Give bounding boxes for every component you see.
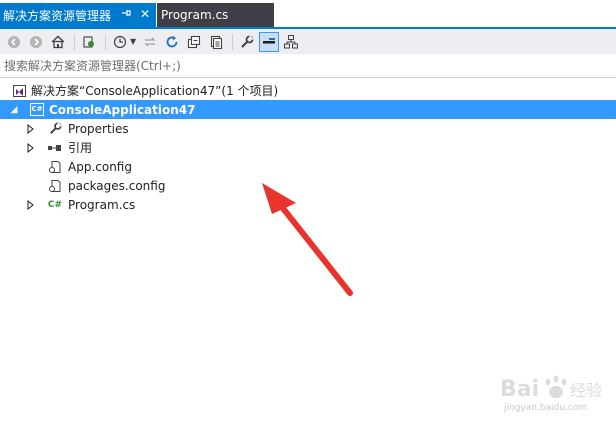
solution-icon (12, 83, 28, 99)
solution-label: 解决方案“ConsoleApplication47”(1 个项目) (31, 84, 279, 98)
tree-item-label: Properties (68, 121, 129, 136)
properties-icon[interactable] (237, 32, 257, 52)
home-icon[interactable] (48, 32, 68, 52)
tree-node-solution[interactable]: 解决方案“ConsoleApplication47”(1 个项目) (0, 81, 616, 100)
config-file-icon (47, 159, 63, 175)
collapse-all-icon[interactable] (184, 32, 204, 52)
project-label: ConsoleApplication47 (49, 102, 196, 117)
tree-item-label: Program.cs (68, 197, 136, 212)
tree-node-properties[interactable]: Properties (0, 119, 616, 138)
csharp-project-icon-text: C# (30, 103, 44, 116)
tree-item-label: App.config (68, 159, 132, 174)
solution-explorer-toolbar: ▼ (0, 29, 616, 54)
collapse-icon[interactable]: ◢ (8, 104, 20, 116)
close-icon[interactable]: ✕ (138, 7, 152, 21)
tree-node-program-cs[interactable]: C# Program.cs (0, 195, 616, 214)
forward-icon[interactable] (26, 32, 46, 52)
chevron-down-icon[interactable]: ▼ (130, 37, 136, 46)
references-icon (47, 140, 63, 156)
refresh-icon[interactable] (162, 32, 182, 52)
svg-text:Bai: Bai (500, 377, 539, 402)
search-input[interactable] (4, 58, 584, 73)
tab-solution-explorer-label: 解决方案资源管理器 (3, 8, 112, 23)
document-tab-strip: 解决方案资源管理器 ✕ Program.cs (0, 0, 616, 29)
tree-node-project[interactable]: ◢ C# ConsoleApplication47 (0, 100, 616, 119)
tree-item-label: 引用 (68, 141, 93, 155)
csharp-file-icon: C# (47, 199, 63, 210)
preview-selected-items-icon[interactable] (259, 31, 280, 52)
tab-program-cs-label: Program.cs (161, 8, 229, 22)
tree-node-references[interactable]: 引用 (0, 138, 616, 157)
solution-explorer-search[interactable] (0, 54, 616, 78)
tab-solution-explorer[interactable]: 解决方案资源管理器 ✕ (0, 3, 156, 27)
config-file-icon (47, 178, 63, 194)
expand-icon[interactable] (25, 123, 37, 135)
baidu-watermark-logo: Bai 经验 (498, 368, 610, 424)
back-icon[interactable] (4, 32, 24, 52)
tree-node-app-config[interactable]: App.config (0, 157, 616, 176)
toolbar-separator (105, 33, 106, 50)
svg-text:经验: 经验 (570, 381, 602, 400)
toolbar-separator (232, 33, 234, 50)
wrench-icon (47, 121, 63, 137)
pending-changes-filter-icon[interactable] (79, 32, 99, 52)
sync-icon[interactable] (140, 32, 160, 52)
watermark-url: jingyan.baidu.com (504, 403, 588, 413)
class-diagram-icon[interactable] (281, 32, 301, 52)
history-icon[interactable] (110, 32, 130, 52)
show-all-files-icon[interactable] (206, 32, 226, 52)
tab-program-cs[interactable]: Program.cs (157, 3, 274, 27)
toolbar-separator (74, 33, 75, 50)
pin-icon[interactable] (119, 7, 133, 21)
tree-node-packages-config[interactable]: packages.config (0, 176, 616, 195)
expand-icon[interactable] (25, 199, 37, 211)
csharp-project-icon: C# (29, 102, 45, 118)
expand-icon[interactable] (25, 142, 37, 154)
tree-item-label: packages.config (68, 178, 166, 193)
